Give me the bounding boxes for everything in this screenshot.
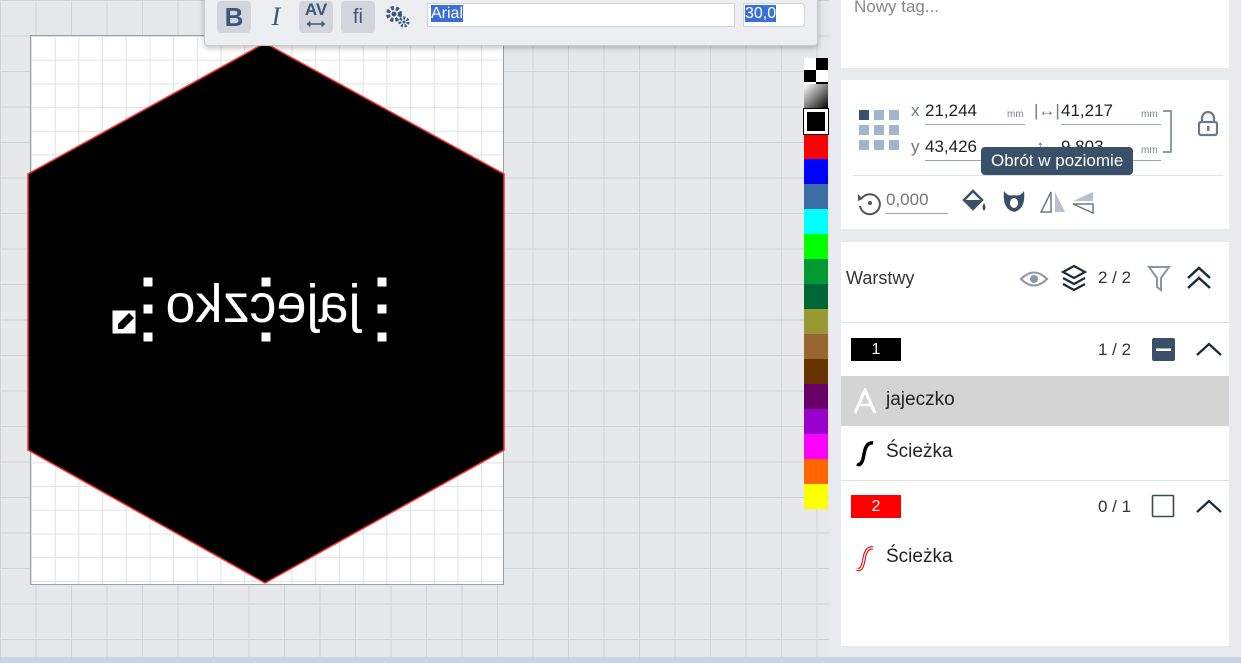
anchor-grid-icon[interactable] [859,110,901,152]
width-unit: mm [1141,109,1158,120]
color-palette [803,58,829,509]
layer-checkbox-icon[interactable] [1151,494,1177,520]
color-swatch[interactable] [804,284,828,309]
layer-item-path[interactable]: Ścieżka [841,533,1229,583]
eye-icon[interactable] [1019,268,1049,290]
fill-bucket-icon[interactable] [960,188,990,216]
color-swatch[interactable] [804,159,828,184]
chevron-up-icon[interactable] [1195,339,1223,359]
chevron-up-icon[interactable] [1195,496,1223,516]
bold-button[interactable]: B [217,1,251,33]
layer-count-2: 0 / 1 [1098,497,1132,516]
italic-button[interactable]: I [259,1,293,33]
flip-vertical-icon[interactable] [1071,190,1097,214]
layers-stack-icon[interactable] [1061,264,1087,292]
layer-header-1[interactable]: 1 1 / 2 [841,323,1229,378]
ligature-button[interactable]: fi [341,1,375,33]
color-swatch[interactable] [804,409,828,434]
layer-number-2: 2 [851,495,901,518]
tags-card: Nowy tag... [841,0,1229,68]
right-panel: Nowy tag... x 21,244 mm y 43,426 mm |↔| … [829,0,1241,657]
y-label: y [911,137,920,156]
kerning-button[interactable]: AV ⟷ [299,1,333,33]
font-size-input[interactable]: 30,0 [743,3,805,27]
path-icon [856,441,874,467]
color-swatch[interactable] [803,108,829,135]
x-unit: mm [1007,109,1024,120]
transform-card: x 21,244 mm y 43,426 mm |↔| 41,217 mm ↕ … [841,80,1229,229]
layer-partial-checkbox-icon[interactable] [1151,337,1177,363]
lock-icon[interactable] [1197,111,1219,137]
x-label: x [911,101,920,120]
color-swatch[interactable] [804,484,828,509]
color-swatch[interactable] [804,359,828,384]
layer-item-label: Ścieżka [886,546,953,567]
layers-count: 2 / 2 [1098,268,1132,287]
layers-card: Warstwy 2 / 2 1 1 / 2 jajeczko Ścieżka 2… [841,242,1229,646]
kerning-label: AV [304,0,328,19]
text-icon [853,388,877,414]
layers-title: Warstwy [846,268,915,288]
weld-icon[interactable] [1000,187,1028,215]
color-swatch[interactable] [804,134,828,159]
canvas-workspace[interactable]: jajeczko B I AV ⟷ fi Arial 30,0 [0,0,829,657]
layer-item-path[interactable]: Ścieżka [841,428,1229,478]
color-swatch[interactable] [804,259,828,284]
gradient-swatch[interactable] [804,84,828,109]
height-unit: mm [1141,145,1158,156]
color-swatch[interactable] [804,209,828,234]
edit-pencil-icon[interactable] [111,309,137,335]
collapse-all-icon[interactable] [1185,264,1213,292]
layer-item-label: Ścieżka [886,441,953,462]
color-swatch[interactable] [804,434,828,459]
kerning-arrow-icon: ⟷ [306,16,326,31]
width-arrows-icon: |↔| [1034,101,1060,120]
color-swatch[interactable] [804,334,828,359]
layer-number-1: 1 [851,338,901,361]
layer-item-label: jajeczko [886,389,955,410]
layer-item-jajeczko[interactable]: jajeczko [841,376,1229,426]
canvas-drawing[interactable]: jajeczko [0,0,829,657]
font-family-value: Arial [431,5,464,22]
new-tag-input[interactable]: Nowy tag... [854,0,939,17]
path-icon [856,546,874,572]
checker-swatch[interactable] [804,58,828,84]
proportion-bracket-icon [1163,110,1172,153]
rotate-icon [858,193,881,216]
layer-header-2[interactable]: 2 0 / 1 [841,481,1229,536]
tooltip: Obrót w poziomie [981,147,1134,175]
text-settings-gear-icon[interactable] [381,1,415,33]
color-swatch[interactable] [804,384,828,409]
color-swatch[interactable] [804,184,828,209]
bottom-strip [0,657,1241,663]
font-family-input[interactable]: Arial [427,3,735,27]
text-toolbar: B I AV ⟷ fi Arial 30,0 [204,0,818,46]
flip-horizontal-icon[interactable] [1040,190,1066,214]
color-swatch[interactable] [804,459,828,484]
rotation-input[interactable]: 0,000 [886,190,948,214]
font-size-value: 30,0 [745,5,777,22]
color-swatch[interactable] [804,234,828,259]
color-swatch[interactable] [804,309,828,334]
layer-count-1: 1 / 2 [1098,340,1132,359]
filter-icon[interactable] [1147,264,1171,292]
